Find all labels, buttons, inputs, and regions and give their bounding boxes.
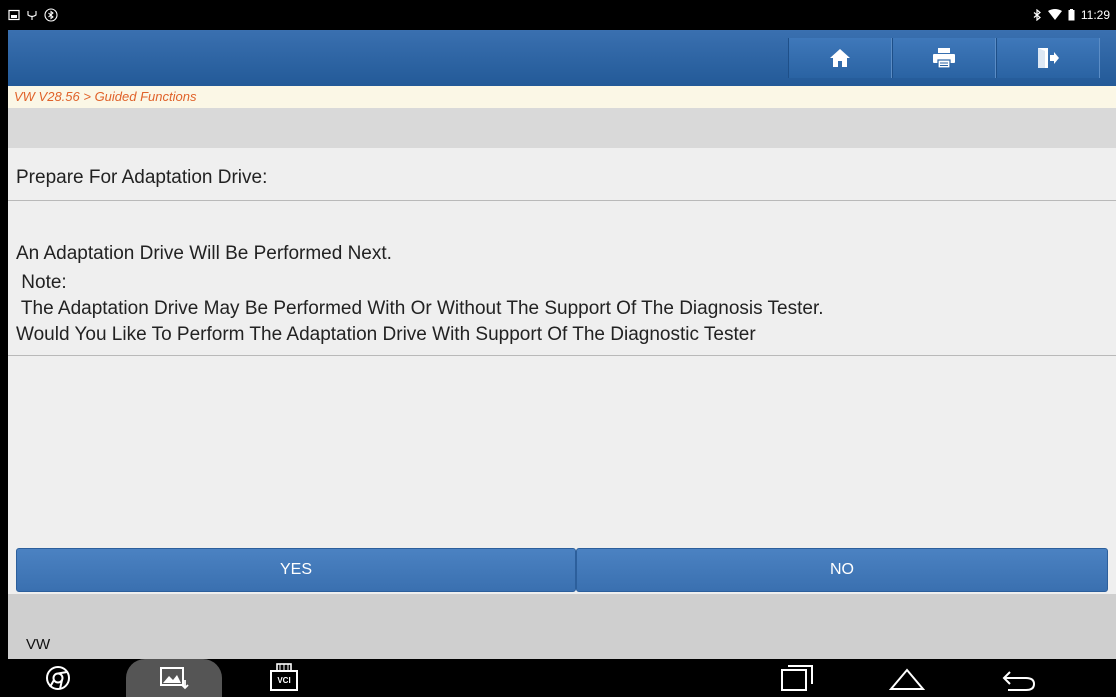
vehicle-label: VW <box>26 636 51 653</box>
exit-icon <box>1038 48 1059 68</box>
bluetooth-icon <box>1033 9 1041 21</box>
message-line: An Adaptation Drive Will Be Performed Ne… <box>16 243 392 264</box>
print-button[interactable] <box>892 38 996 78</box>
gallery-button[interactable] <box>126 659 222 697</box>
home-nav-icon[interactable] <box>888 664 926 692</box>
usb-debug-icon <box>27 11 37 20</box>
vci-button[interactable]: VCI <box>268 662 300 692</box>
gallery-icon <box>160 667 189 690</box>
wifi-icon <box>1047 9 1062 20</box>
message-box: An Adaptation Drive Will Be Performed Ne… <box>8 201 1116 356</box>
recent-apps-icon[interactable] <box>780 664 814 692</box>
app-window: VW V28.56 > Guided Functions Prepare For… <box>8 30 1116 659</box>
button-strip: YES NO <box>8 544 1116 594</box>
top-toolbar <box>8 30 1116 86</box>
footer-bar: VW <box>8 594 1116 659</box>
message-line: Would You Like To Perform The Adaptation… <box>16 324 756 345</box>
chrome-icon[interactable] <box>44 664 72 692</box>
battery-icon <box>1068 9 1075 21</box>
message-line: The Adaptation Drive May Be Performed Wi… <box>16 298 824 319</box>
bluetooth-circle-icon <box>44 8 58 22</box>
breadcrumb: VW V28.56 > Guided Functions <box>8 86 1116 108</box>
exit-button[interactable] <box>996 38 1100 78</box>
nav-bar: VCI <box>0 659 1116 697</box>
message-line: Note: <box>16 272 67 293</box>
status-right: 11:29 <box>1032 8 1110 22</box>
status-bar: 11:29 <box>0 0 1116 30</box>
clock: 11:29 <box>1080 8 1110 22</box>
home-button[interactable] <box>788 38 892 78</box>
page-title: Prepare For Adaptation Drive: <box>8 148 1116 201</box>
screenshot-icon <box>8 9 20 21</box>
home-icon <box>830 49 850 67</box>
yes-button[interactable]: YES <box>16 548 576 592</box>
vci-label: VCI <box>277 676 291 685</box>
header-band <box>8 108 1116 148</box>
printer-icon <box>933 48 955 69</box>
content-area <box>8 356 1116 545</box>
no-button[interactable]: NO <box>576 548 1108 592</box>
back-icon[interactable] <box>1000 664 1038 692</box>
